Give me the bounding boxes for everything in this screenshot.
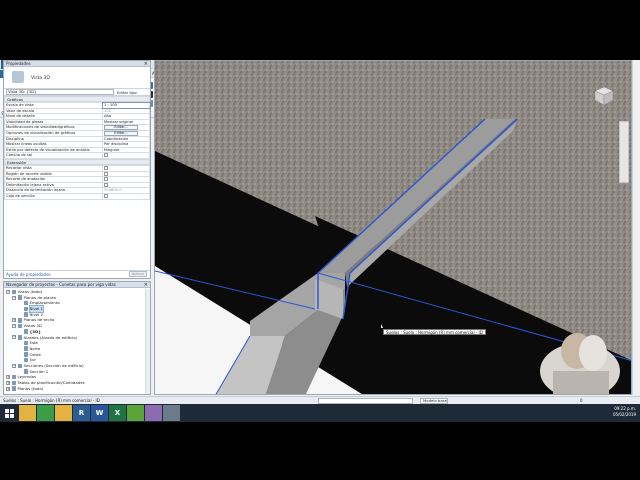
type-name: Vista 3D [31,76,50,81]
instance-row: Vista 3D: {3D} Editar tipo [4,89,150,96]
view-icon [23,352,28,357]
view-icon [23,340,28,346]
edit-type-button[interactable]: Editar tipo [117,90,137,95]
view-icon [23,312,28,317]
expand-icon[interactable]: + [6,380,10,385]
property-checkbox[interactable] [104,194,108,198]
viewcube[interactable] [593,85,615,107]
windows-taskbar: RWX 09:22 p.m. 05/02/2019 [0,404,640,422]
explorer-icon[interactable] [55,405,72,421]
close-icon[interactable]: × [144,282,148,288]
app-green-icon[interactable] [127,405,144,421]
property-checkbox[interactable] [104,183,108,187]
expand-icon[interactable]: + [6,386,10,391]
video-player-icon[interactable] [163,405,180,421]
collapse-icon[interactable]: − [12,363,16,368]
collapse-icon[interactable]: − [12,323,16,328]
browser-scrollbar[interactable] [145,289,150,394]
start-button[interactable] [0,404,18,422]
expand-icon[interactable]: + [6,375,10,380]
properties-table: Gráficos Escala de vista 1 : 100 Valor de e… [4,96,151,200]
property-label: Caja de sección [4,192,103,200]
property-label: Estilo por defecto de visualización de a… [4,146,103,154]
3d-view-type-icon [12,71,24,83]
view-icon [23,357,28,363]
browser-title: Navegador de proyectos - Cunetas paso po… [6,282,116,287]
property-checkbox[interactable] [104,171,108,176]
file-explorer-icon[interactable] [19,405,36,421]
view-icon [11,380,16,386]
expand-icon[interactable]: + [12,318,16,323]
mouse-cursor-icon [381,324,383,328]
navigation-bar[interactable] [619,121,629,183]
properties-footer: Ayuda de propiedades Aplicar [4,270,150,278]
properties-title: Propiedades [6,61,31,66]
tree-node[interactable]: + Planos (todo) [6,386,144,392]
properties-help-link[interactable]: Ayuda de propiedades [6,272,51,277]
apply-button[interactable]: Aplicar [129,271,147,277]
view-icon [11,289,16,295]
3d-viewport[interactable]: Suelos : Suelo : Hormigón (R) mm comerci… [154,60,632,395]
view-icon [11,386,16,391]
view-icon [23,329,28,334]
hover-tooltip: Suelos : Suelo : Hormigón (R) mm comerci… [383,329,486,335]
windows-logo-icon [4,408,14,418]
clock-date: 05/02/2019 [612,412,636,417]
view-icon [23,369,28,374]
collapse-icon[interactable]: − [6,289,10,294]
view-icon [23,300,28,306]
property-checkbox[interactable] [104,153,108,158]
browser-tree: − Vistas (todo) − Planos de planta Emplazami… [6,289,144,392]
view-icon [17,318,22,323]
property-row: Camino de sol [4,152,150,159]
view-icon [17,363,22,369]
property-row: Caja de sección [4,192,150,200]
letterbox-top [0,0,640,60]
chrome-icon[interactable] [37,405,54,421]
right-edge-panel [632,60,640,395]
revit-icon[interactable]: R [73,405,90,421]
view-icon [11,374,16,380]
properties-palette: Propiedades × Vista 3D Vista 3D: {3D} Ed… [3,60,151,279]
image-viewer-icon[interactable] [145,405,162,421]
collapse-icon[interactable]: − [12,295,16,300]
property-rows: Escala de vista 1 : 100 Valor de escala 100… [4,101,151,159]
property-rows: Recortar vista Región de recorte visible R… [4,164,150,200]
status-bar: Suelos : Suelo : Hormigón (R) mm comerci… [0,396,640,404]
project-browser: Navegador de proyectos - Cunetas paso po… [3,281,151,395]
property-checkbox[interactable] [104,166,108,170]
view-icon [17,323,22,329]
edit-button[interactable]: Editar... [104,125,138,130]
browser-header: Navegador de proyectos - Cunetas paso po… [4,282,150,288]
webcam-overlay [535,323,625,394]
system-tray: 09:22 p.m. 05/02/2019 [613,406,636,418]
view-icon [23,306,28,312]
instance-selector[interactable]: Vista 3D: {3D} [6,89,114,95]
property-label: Camino de sol [4,152,103,159]
property-value[interactable] [102,152,150,159]
property-value[interactable] [102,192,150,200]
property-checkbox[interactable] [104,177,108,182]
letterbox-bottom [0,422,640,480]
excel-icon[interactable]: X [109,405,126,421]
word-icon[interactable]: W [91,405,108,421]
view-icon [17,295,22,300]
tree-node-label: Planos (todo) [17,385,44,391]
type-selector[interactable]: Vista 3D [4,67,150,89]
taskbar-apps: RWX [18,405,180,421]
collapse-icon[interactable]: − [12,335,16,340]
view-icon [23,346,28,351]
view-icon [17,335,22,340]
edit-button[interactable]: Editar... [104,131,138,136]
